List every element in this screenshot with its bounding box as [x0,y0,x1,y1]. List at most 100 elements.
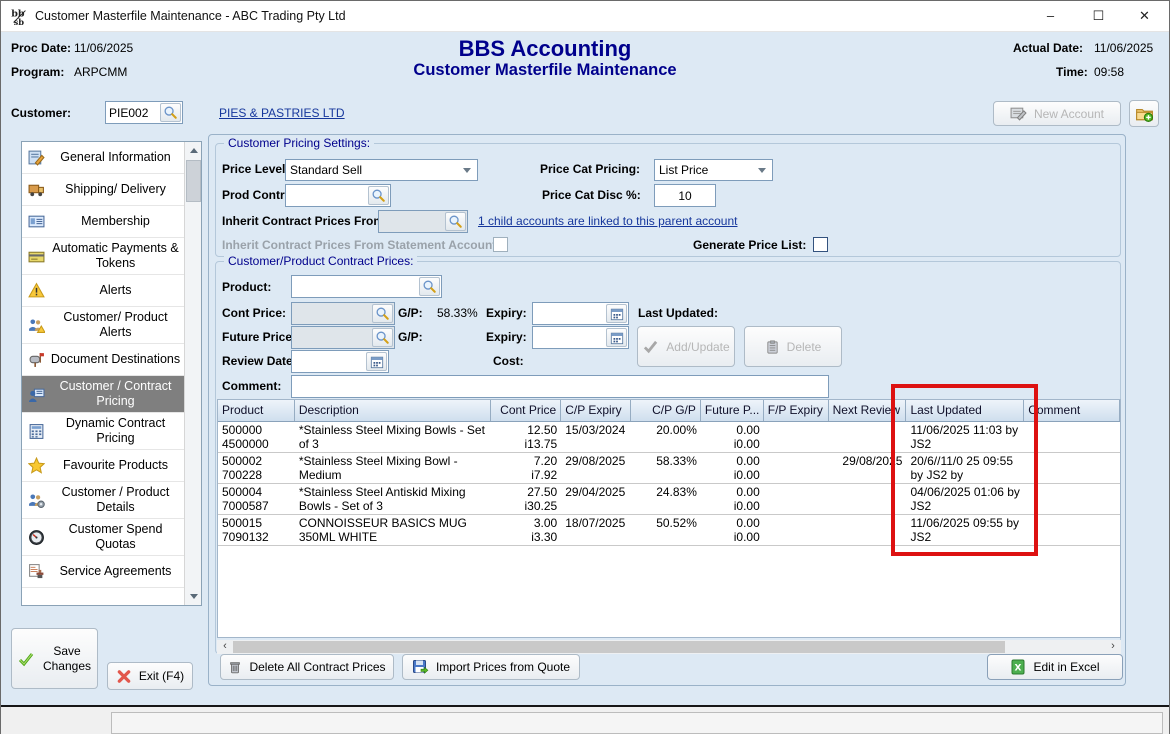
future-price-input[interactable] [292,331,372,345]
price-cat-disc-field[interactable] [654,184,716,207]
add-update-button[interactable]: Add/Update [637,326,735,367]
status-message-box [111,712,1163,734]
gp-label: G/P: [398,306,423,320]
sidebar-item-label: Customer Spend Quotas [48,522,183,552]
sidebar-item-automatic-payments-tokens[interactable]: Automatic Payments & Tokens [22,238,185,275]
fp-expiry-field[interactable] [532,326,629,349]
column-header-f-p-expiry[interactable]: F/P Expiry [764,400,829,421]
column-header-description[interactable]: Description [295,400,492,421]
comment-field[interactable] [291,375,829,398]
sidebar-item-shipping-delivery[interactable]: Shipping/ Delivery [22,174,185,206]
sidebar-item-label: Customer / Contract Pricing [48,379,183,409]
product-field[interactable] [291,275,442,298]
fp-expiry-input[interactable] [533,331,606,345]
edit-in-excel-button[interactable]: X Edit in Excel [987,654,1123,680]
customer-code-field[interactable] [105,101,183,124]
close-button[interactable]: ✕ [1122,1,1167,31]
sidebar-item-general-information[interactable]: General Information [22,142,185,174]
child-accounts-link[interactable]: 1 child accounts are linked to this pare… [478,214,738,228]
scroll-down-icon[interactable] [185,588,202,605]
minimize-button[interactable]: – [1028,1,1073,31]
product-search-icon[interactable] [419,277,440,296]
open-folder-button[interactable] [1129,100,1159,127]
cp-expiry-calendar-icon[interactable] [606,304,627,323]
actual-date-label: Actual Date: [1013,41,1083,55]
sidebar-scrollbar[interactable] [184,142,201,605]
column-header-future-p[interactable]: Future P... [701,400,764,421]
table-row[interactable]: 5000157090132CONNOISSEUR BASICS MUG 350M… [218,515,1120,546]
new-account-button[interactable]: New Account [993,101,1121,126]
disk-import-icon [412,659,429,675]
sidebar-item-customer-spend-quotas[interactable]: Customer Spend Quotas [22,519,185,556]
table-row[interactable]: 5000004500000*Stainless Steel Mixing Bow… [218,422,1120,453]
future-price-search-icon[interactable] [372,328,393,347]
sidebar-item-service-agreements[interactable]: Service Agreements [22,556,185,588]
review-date-input[interactable] [292,355,366,369]
maximize-button[interactable]: ☐ [1076,1,1121,31]
cp-expiry-input[interactable] [533,307,606,321]
sidebar-item-membership[interactable]: Membership [22,206,185,238]
hscroll-thumb[interactable] [233,641,1005,653]
folder-add-icon [1135,105,1154,123]
sidebar-item-customer-contract-pricing[interactable]: Customer / Contract Pricing [22,376,185,413]
generate-price-list-label: Generate Price List: [693,238,806,252]
cont-price-field[interactable] [291,302,395,325]
delete-all-contract-prices-button[interactable]: Delete All Contract Prices [220,654,394,680]
chevron-down-icon [758,168,766,173]
exit-button[interactable]: Exit (F4) [107,662,193,690]
table-row[interactable]: 5000047000587*Stainless Steel Antiskid M… [218,484,1120,515]
save-changes-button[interactable]: Save Changes [11,628,98,689]
scroll-up-icon[interactable] [185,142,202,159]
review-date-calendar-icon[interactable] [366,352,387,371]
column-header-next-review[interactable]: Next Review [829,400,907,421]
price-cat-disc-input[interactable] [655,189,715,203]
review-date-field[interactable] [291,350,389,373]
comment-input[interactable] [292,380,828,394]
customer-code-input[interactable] [106,106,160,120]
table-cell [1024,422,1120,452]
import-prices-from-quote-button[interactable]: Import Prices from Quote [402,654,580,680]
scroll-right-icon[interactable]: › [1105,640,1121,654]
column-header-c-p-g-p[interactable]: C/P G/P [631,400,701,421]
generate-price-list-checkbox[interactable] [813,237,828,252]
sidebar-item-document-destinations[interactable]: Document Destinations [22,344,185,376]
sidebar-scroll-thumb[interactable] [186,160,201,202]
fp-expiry-calendar-icon[interactable] [606,328,627,347]
table-horizontal-scrollbar[interactable]: ‹ › [217,640,1121,654]
price-cat-pricing-select[interactable]: List Price [654,159,773,181]
delete-button[interactable]: Delete [744,326,842,367]
column-header-product[interactable]: Product [218,400,295,421]
excel-icon: X [1010,659,1026,675]
column-header-cont-price[interactable]: Cont Price [491,400,561,421]
column-header-comment[interactable]: Comment [1024,400,1120,421]
contract-prices-group: Customer/Product Contract Prices: Produc… [215,261,1121,654]
person-card-icon [28,386,48,403]
sidebar-item-favourite-products[interactable]: Favourite Products [22,450,185,482]
customer-name-link[interactable]: PIES & PASTRIES LTD [219,106,345,120]
sidebar-item-customer-product-details[interactable]: Customer / Product Details [22,482,185,519]
cont-price-input[interactable] [292,307,372,321]
column-header-c-p-expiry[interactable]: C/P Expiry [561,400,631,421]
future-price-field[interactable] [291,326,395,349]
price-cat-pricing-label: Price Cat Pricing: [540,162,640,176]
table-cell: *Stainless Steel Mixing Bowl - Medium [295,453,492,483]
sidebar-item-dynamic-contract-pricing[interactable]: Dynamic Contract Pricing [22,413,185,450]
cp-expiry-field[interactable] [532,302,629,325]
inherit-from-search-icon[interactable] [445,212,466,231]
table-cell: 500002700228 [218,453,295,483]
sidebar-item-customer-product-alerts[interactable]: Customer/ Product Alerts [22,307,185,344]
prod-contract-search-icon[interactable] [368,186,389,205]
inherit-from-field[interactable] [378,210,468,233]
column-header-last-updated[interactable]: Last Updated [906,400,1024,421]
product-input[interactable] [292,280,419,294]
inherit-statement-checkbox[interactable] [493,237,508,252]
sidebar-item-alerts[interactable]: Alerts [22,275,185,307]
customer-search-icon[interactable] [160,103,181,122]
prod-contract-field[interactable] [285,184,391,207]
prod-contract-input[interactable] [286,189,368,203]
inherit-from-input[interactable] [379,215,445,229]
table-row[interactable]: 500002700228*Stainless Steel Mixing Bowl… [218,453,1120,484]
scroll-left-icon[interactable]: ‹ [217,640,233,654]
cont-price-search-icon[interactable] [372,304,393,323]
price-level-select[interactable]: Standard Sell [285,159,478,181]
